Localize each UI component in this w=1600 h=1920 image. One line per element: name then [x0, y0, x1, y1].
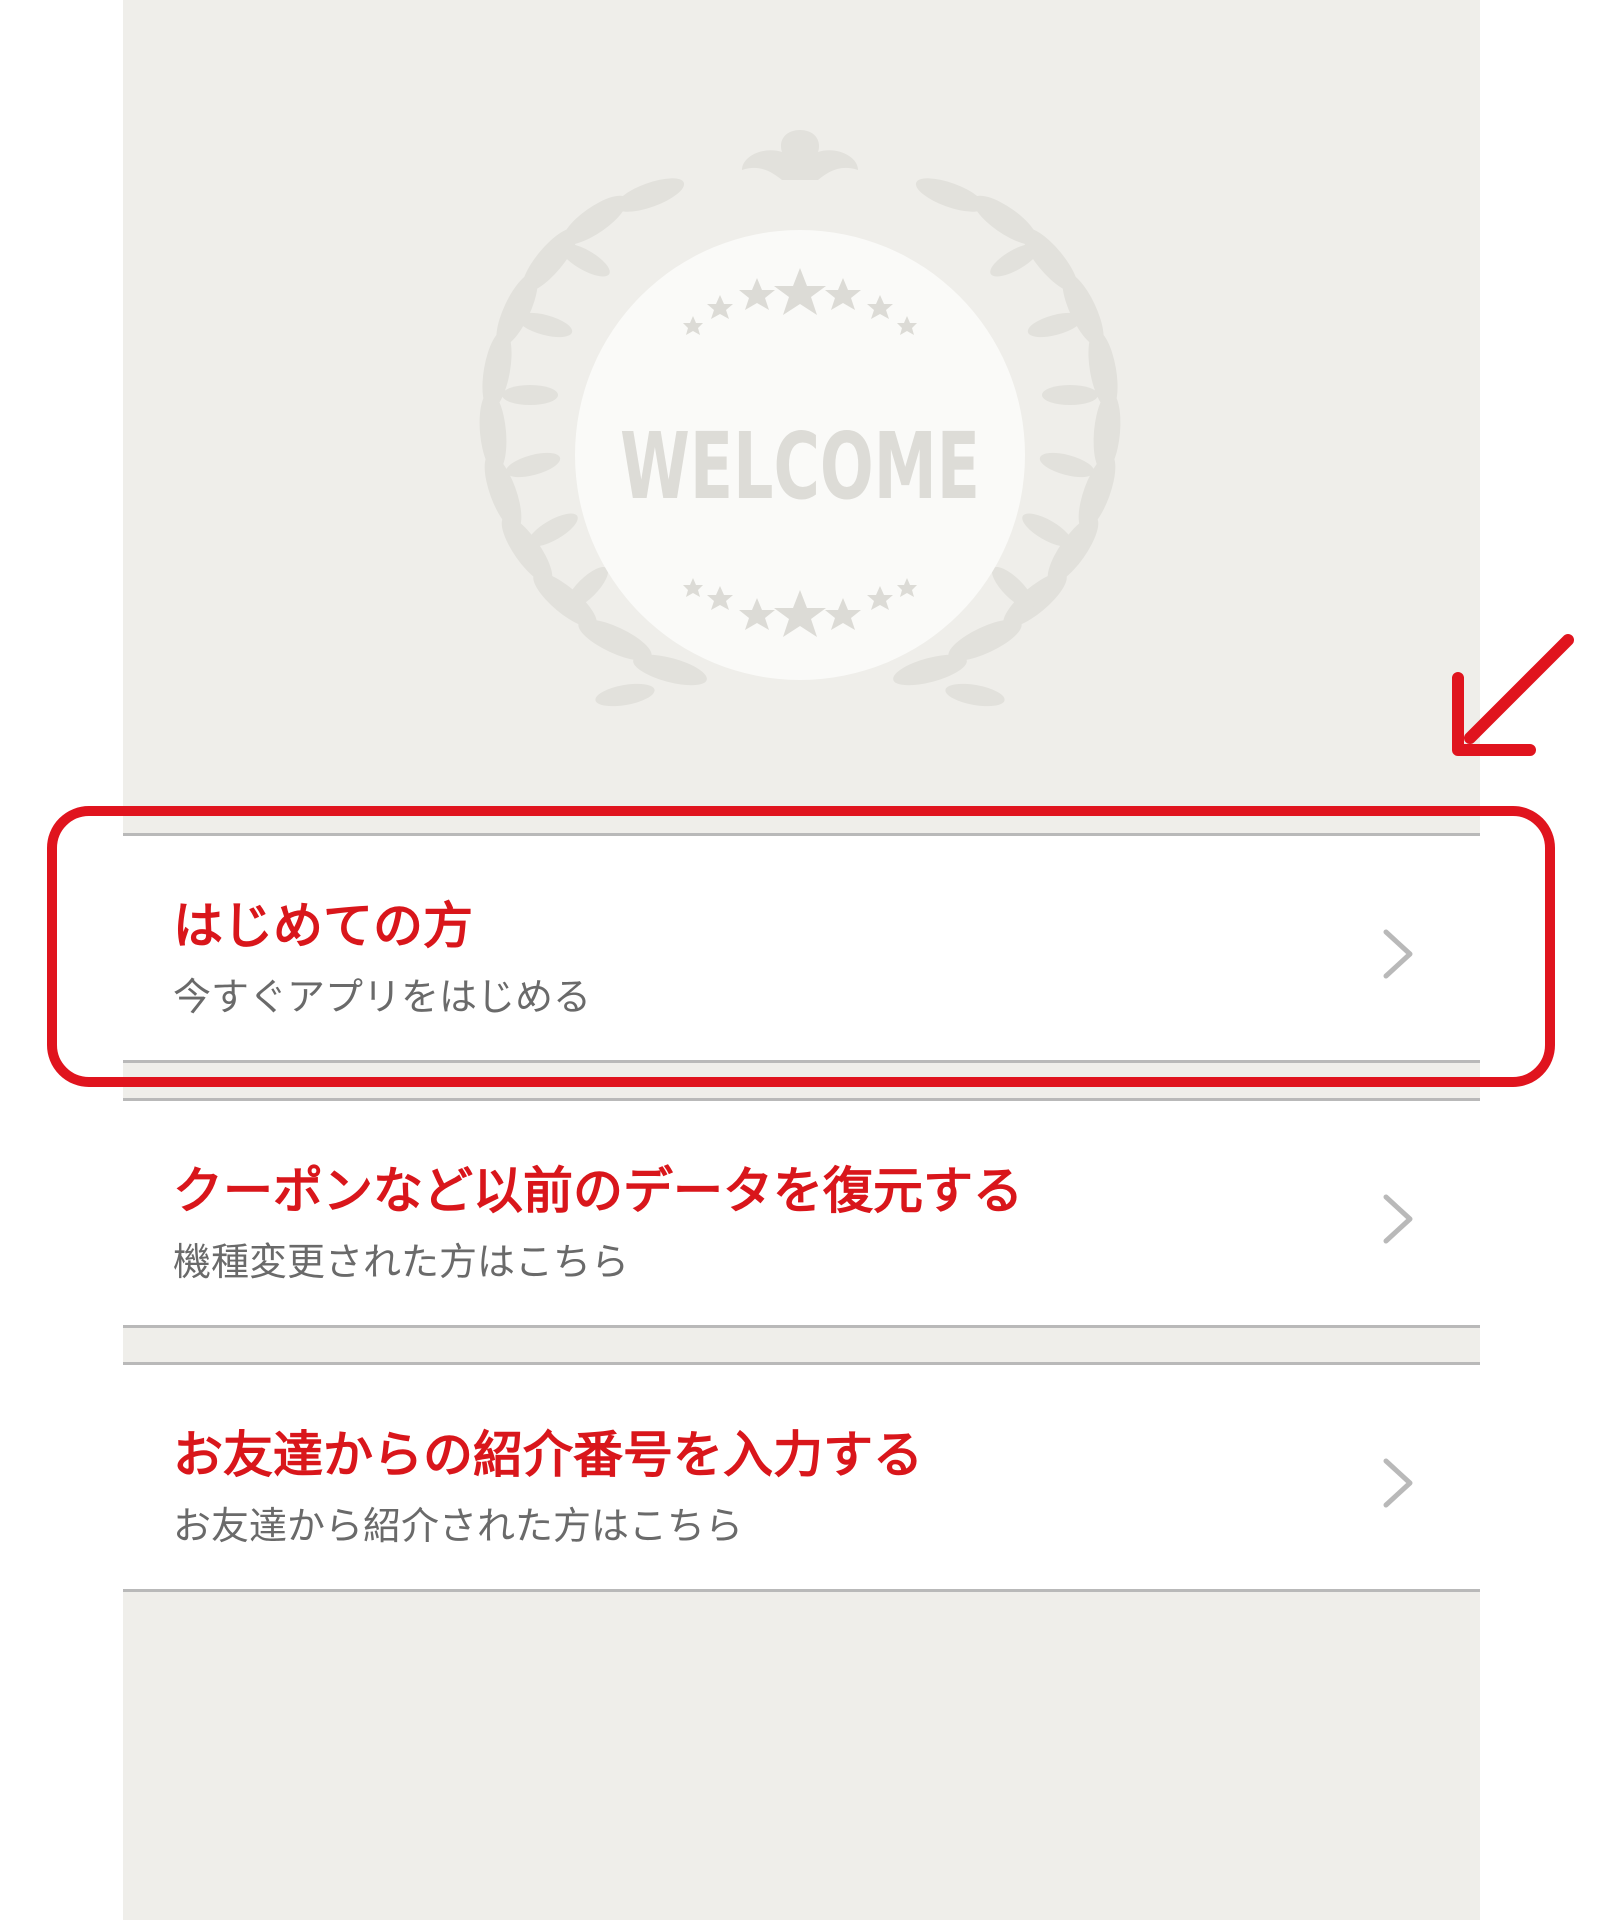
- menu-item-title: クーポンなど以前のデータを復元する: [173, 1162, 1023, 1220]
- page: WELCOME はじめての方 今すぐアプリをはじめる クーポンなど以前のデータを…: [0, 0, 1600, 1920]
- menu-item-subtitle: お友達から紹介された方はこちら: [173, 1504, 744, 1548]
- menu-item-referral-code[interactable]: お友達からの紹介番号を入力する お友達から紹介された方はこちら: [123, 1362, 1480, 1592]
- menu-item-restore-data[interactable]: クーポンなど以前のデータを復元する 機種変更された方はこちら: [123, 1098, 1480, 1328]
- chevron-right-icon: [1383, 1458, 1413, 1508]
- highlight-annotation: [47, 806, 1555, 1087]
- crown-ornament-icon: [742, 130, 858, 180]
- arrow-down-left-icon: [1452, 634, 1574, 756]
- menu-item-title: お友達からの紹介番号を入力する: [173, 1426, 923, 1484]
- welcome-heading: WELCOME: [620, 413, 980, 520]
- menu-item-subtitle: 機種変更された方はこちら: [173, 1240, 630, 1284]
- welcome-emblem: WELCOME: [479, 130, 1121, 707]
- chevron-right-icon: [1383, 1194, 1413, 1244]
